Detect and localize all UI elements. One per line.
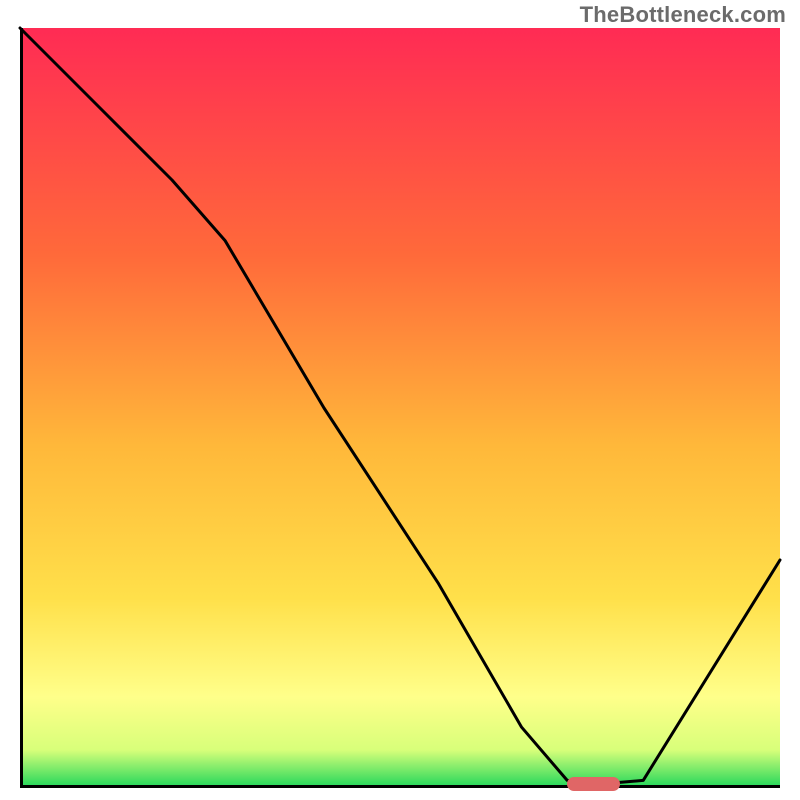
watermark-text: TheBottleneck.com (580, 2, 786, 28)
axes-frame (20, 28, 780, 788)
optimal-range-marker (567, 777, 620, 791)
chart-container: TheBottleneck.com (0, 0, 800, 800)
